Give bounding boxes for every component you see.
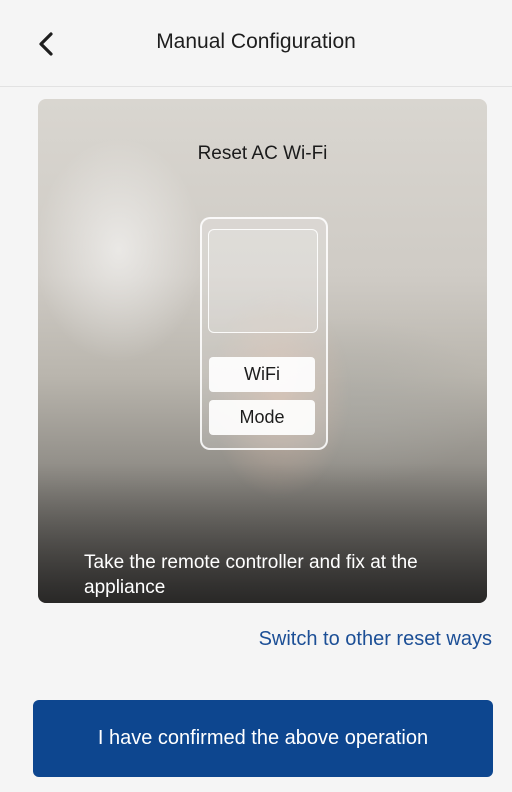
wifi-button[interactable]: WiFi — [209, 357, 315, 392]
switch-reset-link[interactable]: Switch to other reset ways — [259, 628, 492, 651]
remote-screen — [208, 229, 318, 333]
page-title: Manual Configuration — [156, 30, 356, 53]
top-bar: Manual Configuration — [0, 0, 512, 87]
mode-button[interactable]: Mode — [209, 400, 315, 435]
illustration-title: Reset AC Wi-Fi — [197, 143, 328, 164]
instruction-caption: Take the remote controller and fix at th… — [84, 552, 418, 598]
confirm-button[interactable]: I have confirmed the above operation — [33, 700, 493, 777]
reset-illustration: Reset AC Wi-Fi WiFi Mode Take the remote… — [38, 99, 487, 603]
remote-controller: WiFi Mode — [200, 217, 328, 450]
